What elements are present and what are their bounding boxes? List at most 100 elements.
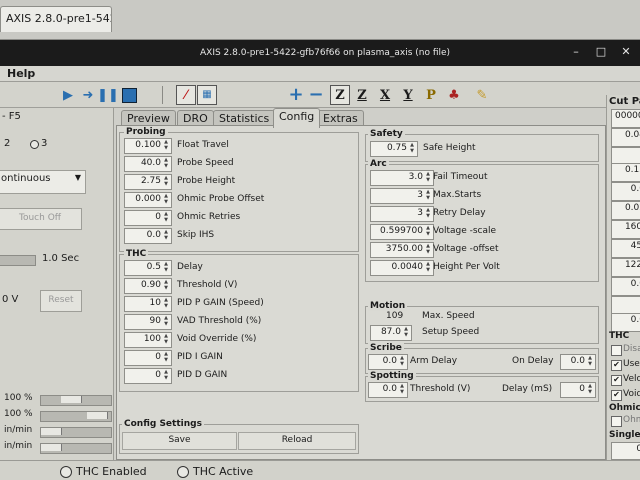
reload-button[interactable]: Reload bbox=[238, 432, 356, 450]
touch-off-icon[interactable]: ⁄ bbox=[176, 85, 196, 105]
void-checkbox[interactable]: ✔ bbox=[611, 390, 622, 401]
slider-knob[interactable] bbox=[87, 412, 108, 419]
voltage-scale-spinbox[interactable]: 0.599700 ▲ ▼ bbox=[370, 224, 434, 240]
spin-arrows-icon[interactable]: ▲ ▼ bbox=[162, 261, 170, 273]
retry-delay-spinbox[interactable]: 3 ▲ ▼ bbox=[370, 206, 434, 222]
view-z-icon[interactable]: Z bbox=[330, 85, 350, 105]
spin-arrows-icon[interactable]: ▲ ▼ bbox=[586, 355, 594, 367]
play-icon[interactable]: ▶ bbox=[58, 85, 78, 105]
jog-slider[interactable] bbox=[0, 255, 36, 266]
cut-param-field[interactable]: 0.0 bbox=[611, 182, 640, 201]
cut-param-field[interactable]: 160. bbox=[611, 220, 640, 239]
speed-2-slider[interactable] bbox=[40, 443, 112, 454]
step-icon[interactable]: ➜ bbox=[78, 85, 98, 105]
slider-knob[interactable] bbox=[41, 428, 62, 435]
view-p-icon[interactable]: P bbox=[421, 85, 441, 105]
spin-arrows-icon[interactable]: ▲ ▼ bbox=[424, 189, 432, 201]
spin-arrows-icon[interactable]: ▲ ▼ bbox=[162, 279, 170, 291]
fail-timeout-spinbox[interactable]: 3.0 ▲ ▼ bbox=[370, 170, 434, 186]
spin-arrows-icon[interactable]: ▲ ▼ bbox=[408, 142, 416, 154]
vad-threshold-spinbox[interactable]: 90 ▲ ▼ bbox=[124, 314, 172, 330]
view-y-icon[interactable]: Y bbox=[398, 85, 418, 105]
spin-arrows-icon[interactable]: ▲ ▼ bbox=[162, 193, 170, 205]
minimize-icon[interactable]: – bbox=[570, 46, 582, 58]
cut-param-field[interactable]: 0.04 bbox=[611, 128, 640, 147]
reset-button[interactable]: Reset bbox=[40, 290, 82, 312]
setup-speed-spinbox[interactable]: 87.0 ▲ ▼ bbox=[370, 325, 412, 341]
spin-arrows-icon[interactable]: ▲ ▼ bbox=[162, 157, 170, 169]
cut-param-field[interactable]: 45. bbox=[611, 239, 640, 258]
pid-i-gain-spinbox[interactable]: 0 ▲ ▼ bbox=[124, 350, 172, 366]
spin-arrows-icon[interactable]: ▲ ▼ bbox=[162, 351, 170, 363]
spin-arrows-icon[interactable]: ▲ ▼ bbox=[424, 171, 432, 183]
spin-arrows-icon[interactable]: ▲ ▼ bbox=[398, 383, 406, 395]
ohmic-checkbox[interactable] bbox=[611, 416, 622, 427]
ohmic-retries-spinbox[interactable]: 0 ▲ ▼ bbox=[124, 210, 172, 226]
ohmic-probe-offset-spinbox[interactable]: 0.000 ▲ ▼ bbox=[124, 192, 172, 208]
probe-speed-spinbox[interactable]: 40.0 ▲ ▼ bbox=[124, 156, 172, 172]
close-icon[interactable]: ✕ bbox=[620, 46, 632, 58]
spin-arrows-icon[interactable]: ▲ ▼ bbox=[424, 243, 432, 255]
cut-param-field[interactable]: 0.02 bbox=[611, 201, 640, 220]
spin-arrows-icon[interactable]: ▲ ▼ bbox=[162, 139, 170, 151]
on-delay-spinbox[interactable]: 0.0 ▲ ▼ bbox=[560, 354, 596, 370]
single-field[interactable]: 0. bbox=[611, 442, 640, 460]
view-x-icon[interactable]: X bbox=[375, 85, 395, 105]
spin-arrows-icon[interactable]: ▲ ▼ bbox=[398, 355, 406, 367]
slider-knob[interactable] bbox=[61, 396, 82, 403]
spin-arrows-icon[interactable]: ▲ ▼ bbox=[162, 175, 170, 187]
touch-off-button[interactable]: Touch Off bbox=[0, 208, 82, 230]
tab-config[interactable]: Config bbox=[273, 108, 321, 128]
spin-arrows-icon[interactable]: ▲ ▼ bbox=[162, 297, 170, 309]
menu-help[interactable]: Help bbox=[7, 67, 35, 80]
zoom-out-icon[interactable]: − bbox=[306, 85, 326, 105]
spin-arrows-icon[interactable]: ▲ ▼ bbox=[586, 383, 594, 395]
arm-delay-spinbox[interactable]: 0.0 ▲ ▼ bbox=[368, 354, 408, 370]
cut-param-field[interactable]: 0.0 bbox=[611, 277, 640, 296]
browser-tab[interactable]: AXIS 2.8.0-pre1-5422-gfb bbox=[0, 6, 112, 32]
clear-icon[interactable]: ✎ bbox=[472, 85, 492, 105]
cut-param-field[interactable]: 0.0 bbox=[611, 313, 640, 332]
pid-p-gain-spinbox[interactable]: 10 ▲ ▼ bbox=[124, 296, 172, 312]
save-button[interactable]: Save bbox=[122, 432, 237, 450]
stop-icon[interactable] bbox=[119, 85, 139, 105]
safe-height-spinbox[interactable]: 0.75 ▲ ▼ bbox=[370, 141, 418, 157]
left-tab-label[interactable]: - F5 bbox=[2, 111, 21, 122]
radio-3[interactable] bbox=[30, 140, 39, 149]
spin-arrows-icon[interactable]: ▲ ▼ bbox=[162, 211, 170, 223]
cut-param-field[interactable]: 00000 bbox=[611, 109, 640, 128]
spotting-delay-spinbox[interactable]: 0 ▲ ▼ bbox=[560, 382, 596, 398]
slider-knob[interactable] bbox=[41, 444, 62, 451]
cut-param-field[interactable]: 122. bbox=[611, 258, 640, 277]
feed-override-slider[interactable] bbox=[40, 395, 112, 406]
spin-arrows-icon[interactable]: ▲ ▼ bbox=[402, 326, 410, 338]
rapid-override-slider[interactable] bbox=[40, 411, 112, 422]
cut-param-field[interactable]: 0.15 bbox=[611, 163, 640, 182]
height-per-volt-spinbox[interactable]: 0.0040 ▲ ▼ bbox=[370, 260, 434, 276]
blockdelete-icon[interactable]: ▦ bbox=[197, 85, 217, 105]
maximize-icon[interactable]: □ bbox=[595, 46, 607, 58]
pid-d-gain-spinbox[interactable]: 0 ▲ ▼ bbox=[124, 368, 172, 384]
velocity-checkbox[interactable]: ✔ bbox=[611, 375, 622, 386]
skip-ihs-spinbox[interactable]: 0.0 ▲ ▼ bbox=[124, 228, 172, 244]
spin-arrows-icon[interactable]: ▲ ▼ bbox=[162, 333, 170, 345]
spin-arrows-icon[interactable]: ▲ ▼ bbox=[424, 261, 432, 273]
zoom-in-icon[interactable]: + bbox=[286, 85, 306, 105]
rotate-icon[interactable]: ♣ bbox=[444, 85, 464, 105]
thc-delay-spinbox[interactable]: 0.5 ▲ ▼ bbox=[124, 260, 172, 276]
mode-select[interactable]: ontinuous ▼ bbox=[0, 170, 86, 194]
radio-3-label[interactable]: 3 bbox=[41, 138, 47, 149]
spin-arrows-icon[interactable]: ▲ ▼ bbox=[424, 207, 432, 219]
spin-arrows-icon[interactable]: ▲ ▼ bbox=[162, 229, 170, 241]
thc-threshold-spinbox[interactable]: 0.90 ▲ ▼ bbox=[124, 278, 172, 294]
spin-arrows-icon[interactable]: ▲ ▼ bbox=[162, 315, 170, 327]
float-travel-spinbox[interactable]: 0.100 ▲ ▼ bbox=[124, 138, 172, 154]
use-checkbox[interactable]: ✔ bbox=[611, 360, 622, 371]
view-z2-icon[interactable]: Z bbox=[352, 85, 372, 105]
spotting-threshold-spinbox[interactable]: 0.0 ▲ ▼ bbox=[368, 382, 408, 398]
spin-arrows-icon[interactable]: ▲ ▼ bbox=[424, 225, 432, 237]
spin-arrows-icon[interactable]: ▲ ▼ bbox=[162, 369, 170, 381]
void-override-spinbox[interactable]: 100 ▲ ▼ bbox=[124, 332, 172, 348]
max-starts-spinbox[interactable]: 3 ▲ ▼ bbox=[370, 188, 434, 204]
probe-height-spinbox[interactable]: 2.75 ▲ ▼ bbox=[124, 174, 172, 190]
